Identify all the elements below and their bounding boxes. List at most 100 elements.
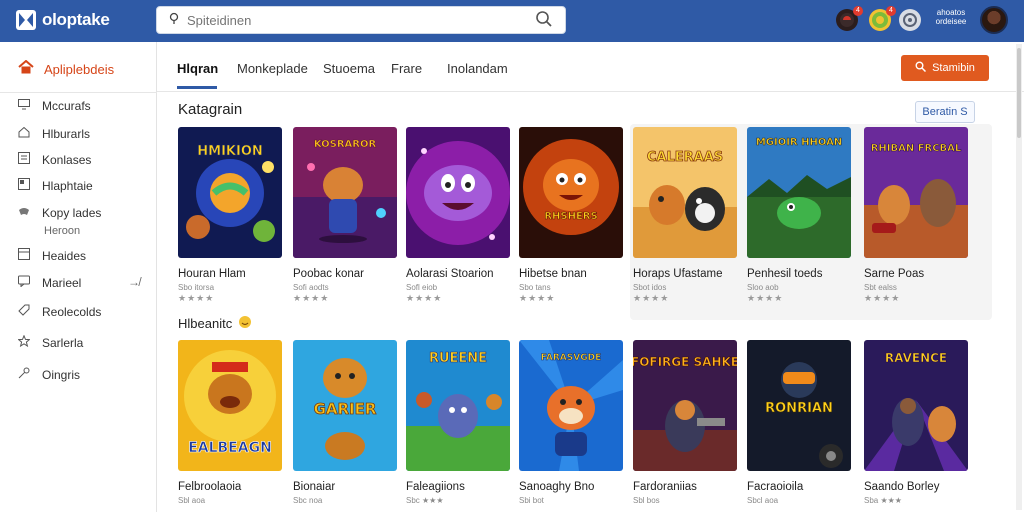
game-thumbnail[interactable]: FOFIRGE SAHKE bbox=[633, 340, 737, 471]
game-title[interactable]: Penhesil toeds bbox=[747, 268, 851, 280]
game-art-text: RUEENE bbox=[429, 351, 487, 366]
game-title[interactable]: Fardoraniias bbox=[633, 481, 737, 493]
cta-button[interactable]: Stamibin bbox=[901, 55, 989, 81]
game-thumbnail[interactable]: FARASVGDE bbox=[519, 340, 623, 471]
sidebar-brand-label: Apliplebdeis bbox=[44, 62, 115, 77]
game-thumbnail[interactable]: RUEENE bbox=[406, 340, 510, 471]
game-card[interactable]: HMIKION Houran Hlam Sbo itorsa ★★★★ bbox=[178, 127, 282, 304]
active-tab-indicator bbox=[177, 86, 217, 89]
game-card[interactable]: GARIER Bionaiar Sbc noa bbox=[293, 340, 397, 506]
tab-monkeplade[interactable]: Monkeplade bbox=[237, 61, 308, 76]
sidebar-item-oingris[interactable]: Oingris bbox=[18, 365, 80, 385]
sidebar-item-kopy-lades[interactable]: Kopy lades bbox=[18, 203, 101, 223]
game-card[interactable]: RONRIAN Facraoioila Sbcl aoa bbox=[747, 340, 851, 506]
sidebar-sub-label[interactable]: Heroon bbox=[44, 225, 80, 237]
game-title[interactable]: Faleagiions bbox=[406, 481, 510, 493]
sidebar-item-hlburarls[interactable]: Hlburarls bbox=[18, 124, 90, 144]
game-thumbnail[interactable]: CALERAAS bbox=[633, 127, 737, 258]
tab-hlqran[interactable]: Hlqran bbox=[177, 61, 218, 76]
game-subtitle: Sofl eiob bbox=[406, 283, 438, 292]
sidebar-item-hlaphtaie[interactable]: Hlaphtaie bbox=[18, 176, 93, 196]
app-logo-icon[interactable] bbox=[16, 10, 36, 30]
game-title[interactable]: Saando Borley bbox=[864, 481, 968, 493]
game-art-text: FOFIRGE SAHKE bbox=[633, 355, 737, 369]
game-card[interactable]: MGIOIR HHOAN Penhesil toeds Sloo aob ★★★… bbox=[747, 127, 851, 304]
game-title[interactable]: Hibetse bnan bbox=[519, 268, 623, 280]
frame-icon bbox=[18, 247, 30, 265]
search-icon[interactable] bbox=[535, 10, 553, 33]
game-card[interactable]: EALBEAGN Felbroolaoia Sbl aoa bbox=[178, 340, 282, 506]
game-title[interactable]: Felbroolaoia bbox=[178, 481, 282, 493]
game-rating: ★★★★ bbox=[633, 293, 670, 303]
sidebar-item-konlases[interactable]: Konlases bbox=[18, 150, 91, 170]
sidebar-item-label: Sarlerla bbox=[42, 336, 84, 350]
sidebar-item-label: Reolecolds bbox=[42, 305, 102, 319]
sidebar-item-label: Mccurafs bbox=[42, 99, 91, 113]
tab-inolandam[interactable]: Inolandam bbox=[447, 61, 508, 76]
sidebar-item-marieel[interactable]: Marieel bbox=[18, 273, 81, 293]
game-card[interactable]: RUEENE Faleagiions Sbc ★★★ bbox=[406, 340, 510, 506]
game-title[interactable]: Aolarasi Stoarion bbox=[406, 268, 510, 280]
game-thumbnail[interactable]: RHSHERS bbox=[519, 127, 623, 258]
game-subtitle: Sba ★★★ bbox=[864, 496, 902, 505]
game-thumbnail[interactable]: GARIER bbox=[293, 340, 397, 471]
game-thumbnail[interactable]: EALBEAGN bbox=[178, 340, 282, 471]
game-thumbnail[interactable]: RHIBAN FRCBAL bbox=[864, 127, 968, 258]
search-prefix-icon bbox=[169, 12, 179, 28]
game-card[interactable]: RAVENCE Saando Borley Sba ★★★ bbox=[864, 340, 968, 506]
sidebar: Apliplebdeis Mccurafs Hlburarls Konlases… bbox=[0, 42, 157, 512]
notifications-icon[interactable]: 4 bbox=[836, 6, 863, 31]
see-all-button[interactable]: Beratin S bbox=[915, 101, 975, 123]
sidebar-item-mccurafs[interactable]: Mccurafs bbox=[18, 96, 91, 116]
game-subtitle: Sloo aob bbox=[747, 283, 779, 292]
game-rating: ★★★★ bbox=[864, 293, 901, 303]
game-thumbnail[interactable]: RAVENCE bbox=[864, 340, 968, 471]
game-art-text: KOSRAROR bbox=[314, 139, 377, 150]
account-label[interactable]: ahoatos ordeisee bbox=[934, 8, 968, 26]
sidebar-item-heaides[interactable]: Heaides bbox=[18, 246, 86, 266]
game-title[interactable]: Poobac konar bbox=[293, 268, 397, 280]
game-title[interactable]: Facraoioila bbox=[747, 481, 851, 493]
game-thumbnail[interactable]: HMIKION bbox=[178, 127, 282, 258]
section-title: Hlbeanitc bbox=[178, 315, 252, 332]
list-icon bbox=[18, 151, 30, 169]
game-thumbnail[interactable]: MGIOIR HHOAN bbox=[747, 127, 851, 258]
scrollbar-thumb[interactable] bbox=[1017, 48, 1021, 138]
game-card[interactable]: Aolarasi Stoarion Sofl eiob ★★★★ bbox=[406, 127, 510, 304]
game-card[interactable]: FOFIRGE SAHKE Fardoraniias Sbl bos bbox=[633, 340, 737, 506]
game-card[interactable]: CALERAAS Horaps Ufastame Sbot idos ★★★★ bbox=[633, 127, 737, 304]
search-input[interactable] bbox=[187, 11, 507, 29]
sidebar-item-label: Hlaphtaie bbox=[42, 179, 93, 193]
game-title[interactable]: Sarne Poas bbox=[864, 268, 968, 280]
sidebar-item-reolecolds[interactable]: Reolecolds bbox=[18, 302, 101, 322]
game-title[interactable]: Horaps Ufastame bbox=[633, 268, 737, 280]
game-title[interactable]: Houran Hlam bbox=[178, 268, 282, 280]
rewards-icon[interactable]: 4 bbox=[869, 6, 896, 31]
avatar[interactable] bbox=[980, 6, 1008, 34]
game-card[interactable]: FARASVGDE Sanoaghy Bno Sbi bot bbox=[519, 340, 623, 506]
game-title[interactable]: Bionaiar bbox=[293, 481, 397, 493]
section-title-label: Hlbeanitc bbox=[178, 316, 233, 331]
sidebar-brand[interactable]: Apliplebdeis bbox=[18, 59, 115, 79]
tab-stuoema[interactable]: Stuoema bbox=[323, 61, 375, 76]
game-card[interactable]: KOSRAROR Poobac konar Sofi aodts ★★★★ bbox=[293, 127, 397, 304]
game-thumbnail[interactable] bbox=[406, 127, 510, 258]
game-art-text: RAVENCE bbox=[885, 351, 947, 365]
game-card[interactable]: RHSHERS Hibetse bnan Sbo tans ★★★★ bbox=[519, 127, 623, 304]
sidebar-item-sarlerla[interactable]: Sarlerla bbox=[17, 333, 84, 353]
search-bar[interactable] bbox=[156, 6, 566, 34]
game-title[interactable]: Sanoaghy Bno bbox=[519, 481, 623, 493]
settings-icon[interactable] bbox=[899, 9, 921, 31]
game-art-text: RHIBAN FRCBAL bbox=[871, 143, 962, 154]
game-subtitle: Sbc noa bbox=[293, 496, 323, 505]
game-subtitle: Sbl aoa bbox=[178, 496, 206, 505]
game-thumbnail[interactable]: KOSRAROR bbox=[293, 127, 397, 258]
tab-frare[interactable]: Frare bbox=[391, 61, 422, 76]
sidebar-item-label: Konlases bbox=[42, 153, 92, 167]
game-subtitle: Sofi aodts bbox=[293, 283, 329, 292]
app-name[interactable]: oloptake bbox=[42, 10, 110, 30]
chat-icon bbox=[18, 274, 30, 292]
expand-arrow-icon[interactable]: ↛ bbox=[128, 275, 140, 289]
game-thumbnail[interactable]: RONRIAN bbox=[747, 340, 851, 471]
game-card[interactable]: RHIBAN FRCBAL Sarne Poas Sbt ealss ★★★★ bbox=[864, 127, 968, 304]
